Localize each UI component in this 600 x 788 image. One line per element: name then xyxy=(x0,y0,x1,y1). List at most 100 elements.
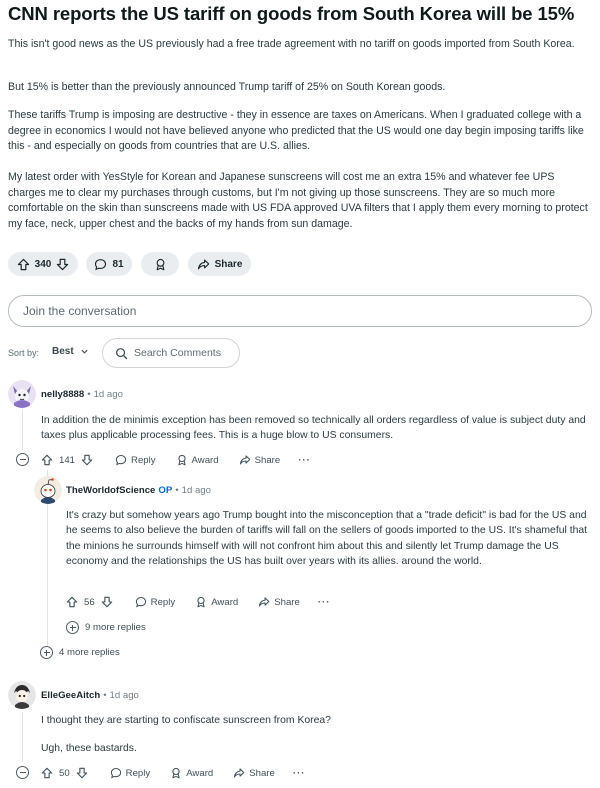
award-button[interactable]: Award xyxy=(195,596,238,608)
ellipsis-icon[interactable]: ··· xyxy=(318,597,331,608)
share-button[interactable]: Share xyxy=(233,767,275,779)
speech-bubble-icon xyxy=(135,596,147,608)
reply-text: It's crazy but somehow years ago Trump b… xyxy=(66,510,588,568)
award-button[interactable] xyxy=(141,252,179,276)
award-ribbon-icon xyxy=(195,596,207,608)
separator-dot: • xyxy=(175,485,179,496)
reply-time: 1d ago xyxy=(181,485,211,496)
award-label: Award xyxy=(186,767,214,779)
comment-author[interactable]: nelly8888 xyxy=(41,389,84,400)
share-label: Share xyxy=(249,767,275,779)
downvote-icon[interactable] xyxy=(101,596,113,608)
speech-bubble-icon xyxy=(110,767,122,779)
reply-label: Reply xyxy=(150,596,176,608)
plus-circle-icon xyxy=(66,621,79,634)
vote-count: 141 xyxy=(59,454,76,466)
vote-count: 50 xyxy=(59,767,70,779)
sort-label: Sort by: xyxy=(8,348,40,358)
award-button[interactable]: Award xyxy=(170,767,213,779)
post-paragraph-1: This isn't good news as the US previousl… xyxy=(8,38,575,50)
downvote-icon[interactable] xyxy=(56,258,69,271)
speech-bubble-icon xyxy=(94,258,107,271)
share-button[interactable]: Share xyxy=(188,252,251,276)
comment-text: Ugh, these bastards. xyxy=(41,743,137,754)
share-button[interactable]: Share xyxy=(239,454,281,466)
post-vote-count: 340 xyxy=(34,258,52,270)
award-label: Award xyxy=(191,454,219,466)
avatar[interactable] xyxy=(8,380,36,408)
op-badge: OP xyxy=(158,485,173,496)
search-icon xyxy=(115,347,128,360)
award-label: Award xyxy=(211,596,239,608)
share-arrow-icon xyxy=(239,454,251,466)
comment-vote-bar: 141 xyxy=(41,454,93,466)
reply-button[interactable]: Reply xyxy=(110,767,151,779)
award-ribbon-icon xyxy=(154,258,167,271)
comment-time: 1d ago xyxy=(93,389,123,400)
share-arrow-icon xyxy=(197,258,210,271)
post-paragraph-4: My latest order with YesStyle for Korean… xyxy=(8,171,588,230)
separator-dot: • xyxy=(87,389,91,400)
share-arrow-icon xyxy=(258,596,270,608)
comment-vote-bar: 50 xyxy=(41,767,88,779)
ellipsis-icon[interactable]: ··· xyxy=(293,768,306,779)
award-ribbon-icon xyxy=(176,454,188,466)
join-placeholder: Join the conversation xyxy=(23,304,137,318)
thread-line xyxy=(22,410,23,450)
share-arrow-icon xyxy=(233,767,245,779)
share-label: Share xyxy=(214,258,243,270)
comment-actions: 141 Reply Award Share ··· xyxy=(41,452,311,468)
post-paragraph-2: But 15% is better than the previously an… xyxy=(8,81,446,93)
separator-dot: • xyxy=(103,690,107,701)
reply-label: Reply xyxy=(125,767,151,779)
share-button[interactable]: Share xyxy=(258,596,300,608)
search-comments-input[interactable]: Search Comments xyxy=(102,338,240,368)
more-replies-button[interactable]: 9 more replies xyxy=(66,621,146,634)
more-replies-button[interactable]: 4 more replies xyxy=(40,646,120,659)
thread-line xyxy=(22,712,23,762)
sort-dropdown[interactable]: Best xyxy=(52,346,89,357)
upvote-icon[interactable] xyxy=(41,767,53,779)
downvote-icon[interactable] xyxy=(76,767,88,779)
join-conversation-input[interactable]: Join the conversation xyxy=(8,295,592,327)
search-placeholder: Search Comments xyxy=(134,347,221,359)
chevron-down-icon xyxy=(80,347,89,356)
reply-button[interactable]: Reply xyxy=(115,454,156,466)
comment-author-row: ElleGeeAitch • 1d ago xyxy=(41,690,139,701)
post-vote-bar: 340 xyxy=(8,252,78,276)
reply-button[interactable]: Reply xyxy=(135,596,176,608)
upvote-icon[interactable] xyxy=(66,596,78,608)
post-title: CNN reports the US tariff on goods from … xyxy=(8,3,575,24)
more-replies-label: 9 more replies xyxy=(85,622,146,633)
comment-author[interactable]: ElleGeeAitch xyxy=(41,690,100,701)
comment-time: 1d ago xyxy=(109,690,139,701)
avatar[interactable] xyxy=(8,681,36,709)
reply-author-row: TheWorldofScience OP • 1d ago xyxy=(66,485,211,496)
comment-text: In addition the de minimis exception has… xyxy=(41,415,586,442)
downvote-icon[interactable] xyxy=(81,454,93,466)
comment-author-row: nelly8888 • 1d ago xyxy=(41,389,123,400)
collapse-thread-icon[interactable] xyxy=(16,453,29,466)
share-label: Share xyxy=(254,454,281,466)
more-replies-label: 4 more replies xyxy=(59,647,120,658)
reply-vote-bar: 56 xyxy=(66,596,113,608)
comment-actions: 50 Reply Award Share ··· xyxy=(41,765,305,781)
speech-bubble-icon xyxy=(115,454,127,466)
reply-actions: 56 Reply Award Share ··· xyxy=(66,594,330,610)
avatar[interactable] xyxy=(34,476,62,504)
ellipsis-icon[interactable]: ··· xyxy=(298,455,311,466)
upvote-icon[interactable] xyxy=(17,258,30,271)
upvote-icon[interactable] xyxy=(41,454,53,466)
collapse-thread-icon[interactable] xyxy=(16,766,29,779)
award-ribbon-icon xyxy=(170,767,182,779)
comment-text: I thought they are starting to confiscat… xyxy=(41,715,331,726)
comment-count: 81 xyxy=(112,258,124,270)
award-button[interactable]: Award xyxy=(176,454,219,466)
post-paragraph-3: These tariffs Trump is imposing are dest… xyxy=(8,109,584,152)
share-label: Share xyxy=(274,596,300,608)
reply-author[interactable]: TheWorldofScience xyxy=(66,485,155,496)
sort-value: Best xyxy=(52,346,74,357)
vote-count: 56 xyxy=(84,596,95,608)
comments-button[interactable]: 81 xyxy=(86,252,132,276)
plus-circle-icon xyxy=(40,646,53,659)
